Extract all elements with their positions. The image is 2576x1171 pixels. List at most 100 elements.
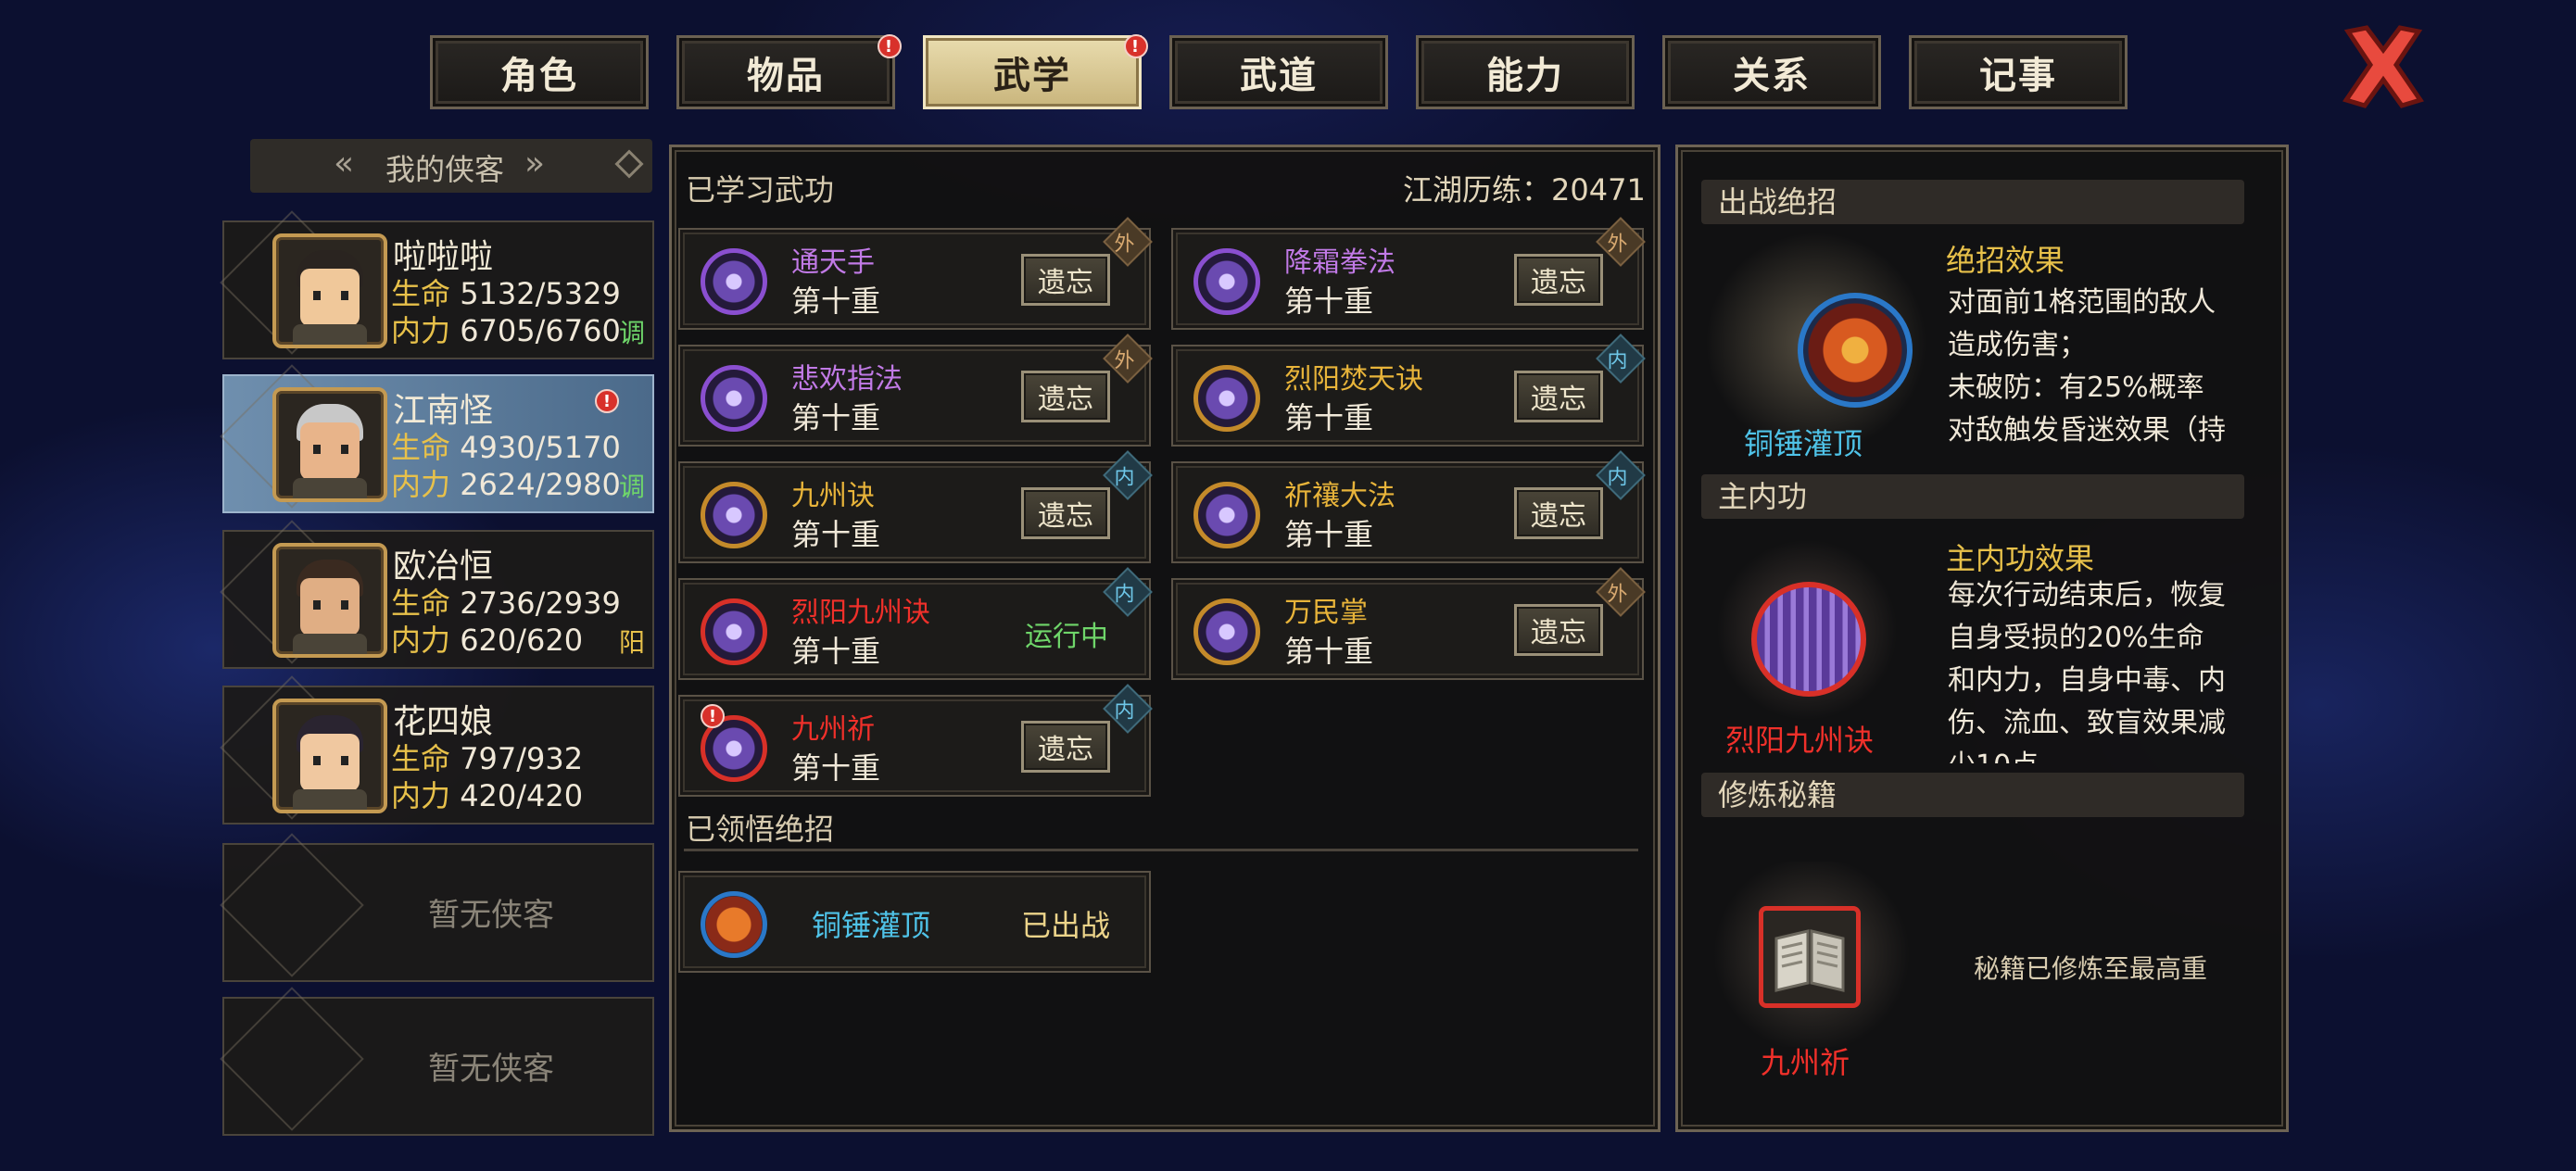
manual-slot[interactable] xyxy=(1759,906,1861,1008)
skill-name: 九州诀 xyxy=(791,480,875,512)
hero-slot-empty[interactable]: 暂无侠客 xyxy=(220,987,654,1136)
tab-abilities[interactable]: 能力 xyxy=(1416,35,1635,109)
inner-skill-name: 烈阳九州诀 xyxy=(1725,723,1875,758)
diamond-icon xyxy=(614,149,644,179)
skill-name: 万民掌 xyxy=(1284,597,1368,629)
forget-button[interactable]: 遗忘 xyxy=(1021,371,1110,422)
description-line: 自身受损的20%生命 xyxy=(1948,622,2204,654)
skill-row[interactable]: 九州祈 第十重 内 遗忘! xyxy=(678,684,1153,797)
skill-row[interactable]: 悲欢指法 第十重 外 遗忘 xyxy=(678,334,1153,447)
tab-martial-arts[interactable]: 武学! xyxy=(923,34,1148,109)
mp-value: 420/420 xyxy=(460,778,584,813)
forget-button[interactable]: 遗忘 xyxy=(1021,487,1110,539)
hero-card[interactable]: 花四娘 生命 797/932 内力 420/420 xyxy=(220,675,654,825)
skill-row[interactable]: 通天手 第十重 外 遗忘 xyxy=(678,217,1153,330)
skill-type-label: 外 xyxy=(1114,349,1135,373)
experience-readout: 江湖历练：20471 xyxy=(1403,167,1646,209)
hero-card[interactable]: 江南怪 生命 4930/5170 内力 2624/2980 调 ! xyxy=(220,364,654,513)
mp-label: 内力 xyxy=(391,467,451,502)
hero-slot-empty[interactable]: 暂无侠客 xyxy=(220,833,654,982)
blazing-sun-nine-provinces-icon[interactable] xyxy=(1751,582,1866,697)
manual-status: 秘籍已修炼至最高重 xyxy=(1974,953,2208,984)
skill-name: 通天手 xyxy=(791,246,875,279)
blazing-sun-nine-provinces-icon xyxy=(701,598,767,665)
hp-value: 2736/2939 xyxy=(460,586,621,621)
hero-card[interactable]: 欧冶恒 生命 2736/2939 内力 620/620 阳 xyxy=(220,520,654,669)
hero-portrait xyxy=(272,387,387,502)
bronze-hammer-icon[interactable] xyxy=(1798,293,1913,408)
forget-button[interactable]: 遗忘 xyxy=(1514,371,1603,422)
skill-level: 第十重 xyxy=(791,750,881,786)
slot-diamond xyxy=(220,833,364,977)
sorrow-finger-icon xyxy=(701,365,767,432)
ultimate-skill-row[interactable]: 铜锤灌顶 已出战 xyxy=(678,871,1151,973)
skill-level: 第十重 xyxy=(791,634,881,669)
mp-label: 内力 xyxy=(391,313,451,348)
tab-journal[interactable]: 记事 xyxy=(1909,35,2128,109)
forget-button[interactable]: 遗忘 xyxy=(1021,254,1110,306)
alert-badge-icon: ! xyxy=(595,389,619,413)
skill-level: 第十重 xyxy=(1284,283,1374,319)
close-icon xyxy=(2342,25,2424,108)
manual-name: 九州祈 xyxy=(1761,1045,1850,1080)
tab-label: 武道 xyxy=(1240,55,1318,97)
ultimate-skill-name: 铜锤灌顶 xyxy=(812,908,931,943)
palm-icon xyxy=(1193,598,1260,665)
skill-level: 第十重 xyxy=(791,400,881,435)
hero-status-tag: 调 xyxy=(618,472,645,502)
hero-mp: 内力 420/420 xyxy=(391,773,583,815)
skill-row[interactable]: 降霜拳法 第十重 外 遗忘 xyxy=(1171,217,1646,330)
description-line: 对敌触发昏迷效果（持 xyxy=(1948,414,2226,447)
tab-items[interactable]: 物品! xyxy=(676,34,902,109)
skill-type-label: 内 xyxy=(1607,466,1628,490)
mp-label: 内力 xyxy=(391,778,451,813)
hero-card[interactable]: 啦啦啦 生命 5132/5329 内力 6705/6760 调 xyxy=(220,210,654,359)
hero-portrait xyxy=(272,543,387,658)
forget-button[interactable]: 遗忘 xyxy=(1021,721,1110,773)
skill-row[interactable]: 祈禳大法 第十重 内 遗忘 xyxy=(1171,450,1646,563)
skill-level: 第十重 xyxy=(1284,634,1374,669)
hero-status-tag: 阳 xyxy=(618,627,645,658)
alert-badge-icon: ! xyxy=(878,34,902,58)
hero-mp: 内力 2624/2980 xyxy=(391,461,621,504)
skill-name: 九州祈 xyxy=(791,713,875,746)
skill-type-label: 内 xyxy=(1607,349,1628,373)
hp-value: 797/932 xyxy=(460,741,584,776)
heroes-header-label: 我的侠客 xyxy=(385,152,505,187)
skill-type-label: 外 xyxy=(1114,233,1135,257)
learned-skills-title: 已学习武功 xyxy=(686,172,835,208)
mp-label: 内力 xyxy=(391,623,451,658)
skill-running-status: 运行中 xyxy=(1025,621,1108,653)
blessing-icon xyxy=(1193,482,1260,548)
chevrons-right-icon[interactable]: » xyxy=(524,145,545,183)
tab-label: 角色 xyxy=(500,55,578,97)
tab-character[interactable]: 角色 xyxy=(430,35,649,109)
skill-row[interactable]: 烈阳焚天诀 第十重 内 遗忘 xyxy=(1171,334,1646,447)
skill-name: 烈阳九州诀 xyxy=(791,597,930,629)
chevrons-left-icon[interactable]: « xyxy=(334,145,354,183)
skill-name: 悲欢指法 xyxy=(791,363,903,396)
tab-martial-way[interactable]: 武道 xyxy=(1169,35,1388,109)
close-button[interactable] xyxy=(2337,22,2430,111)
forget-button[interactable]: 遗忘 xyxy=(1514,604,1603,656)
divider xyxy=(684,849,1638,851)
mp-value: 6705/6760 xyxy=(460,313,621,348)
battle-skill-header: 出战绝招 xyxy=(1701,180,2244,224)
skill-type-label: 外 xyxy=(1607,233,1628,257)
hp-label: 生命 xyxy=(391,276,451,311)
inner-effect-description: 每次行动结束后，恢复 自身受损的20%生命 和内力，自身中毒、内 伤、流血、致盲效果减… xyxy=(1948,574,2263,763)
tab-relations[interactable]: 关系 xyxy=(1662,35,1881,109)
experience-value: 20471 xyxy=(1551,172,1646,208)
description-line: 造成伤害； xyxy=(1948,329,2087,361)
forget-button[interactable]: 遗忘 xyxy=(1514,254,1603,306)
skill-row[interactable]: 万民掌 第十重 外 遗忘 xyxy=(1171,567,1646,680)
skill-row[interactable]: 九州诀 第十重 内 遗忘 xyxy=(678,450,1153,563)
tab-label: 武学 xyxy=(993,55,1071,97)
forget-button[interactable]: 遗忘 xyxy=(1514,487,1603,539)
bronze-hammer-icon xyxy=(701,891,767,958)
skill-type-label: 内 xyxy=(1114,583,1135,607)
hp-value: 5132/5329 xyxy=(460,276,621,311)
effect-title: 绝招效果 xyxy=(1946,243,2065,278)
description-line: 未破防：有25%概率 xyxy=(1948,371,2204,404)
skill-row[interactable]: 烈阳九州诀 第十重 内 运行中 xyxy=(678,567,1153,680)
